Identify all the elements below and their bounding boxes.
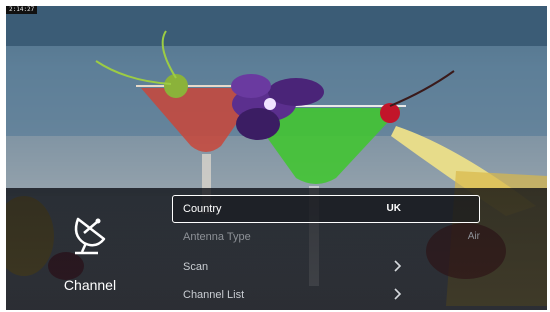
timestamp-label: 2:14:27	[6, 6, 38, 14]
menu-item-label: Scan	[183, 261, 209, 273]
category-channel[interactable]: Channel	[50, 211, 130, 296]
menu-item-value: Air	[467, 231, 480, 242]
satellite-dish-icon	[70, 213, 108, 260]
menu-item-country[interactable]: Country UK	[172, 195, 480, 223]
menu-item-antenna-type[interactable]: Antenna Type Air	[172, 223, 480, 251]
menu-item-label: Antenna Type	[183, 231, 251, 243]
menu-item-channel-list[interactable]: Channel List	[172, 281, 480, 309]
menu-item-label: Country	[183, 203, 222, 215]
menu-item-label: Channel List	[183, 289, 245, 301]
menu-item-value: UK	[386, 203, 401, 214]
chevron-right-icon	[394, 260, 402, 275]
tv-screen: 2:14:27 Channel Country UK Antenna Type …	[6, 6, 547, 310]
menu-item-scan[interactable]: Scan	[172, 253, 480, 281]
category-label: Channel	[63, 277, 117, 293]
chevron-right-icon	[394, 288, 402, 303]
